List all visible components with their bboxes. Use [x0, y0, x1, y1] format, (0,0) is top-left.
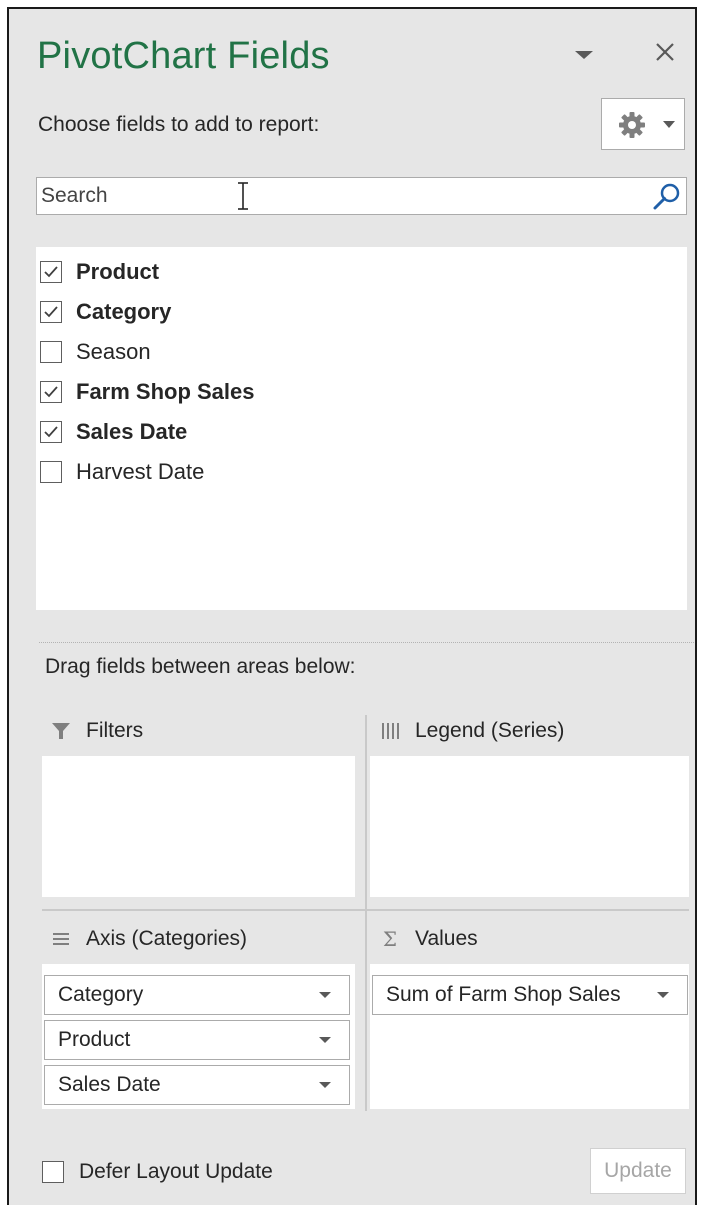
field-label: Category: [76, 299, 172, 324]
field-item[interactable]: Category: [40, 294, 171, 330]
filters-area-label: Filters: [86, 719, 144, 742]
field-checkbox[interactable]: [40, 301, 62, 323]
values-area-header: Σ Values: [379, 927, 478, 951]
field-checkbox[interactable]: [40, 421, 62, 443]
field-checkbox[interactable]: [40, 381, 62, 403]
tools-button[interactable]: [601, 98, 685, 150]
sigma-icon: Σ: [382, 927, 398, 951]
field-label: Product: [76, 259, 160, 284]
axis-field-pill[interactable]: Product: [44, 1020, 350, 1060]
values-drop-zone[interactable]: Sum of Farm Shop Sales: [370, 964, 689, 1109]
checkmark-icon: [44, 306, 58, 318]
field-item[interactable]: Product: [40, 254, 159, 290]
search-icon: [653, 183, 680, 210]
defer-layout-label: Defer Layout Update: [79, 1160, 273, 1183]
chevron-down-icon: [319, 1082, 331, 1088]
field-item[interactable]: Sales Date: [40, 414, 187, 450]
chevron-down-icon: [319, 1037, 331, 1043]
search-box: [36, 177, 687, 215]
text-cursor-icon: [238, 182, 248, 210]
chevron-down-icon: [657, 992, 669, 998]
legend-area-header: Legend (Series): [379, 719, 564, 743]
pill-label: Sales Date: [58, 1073, 161, 1096]
pill-label: Product: [58, 1028, 131, 1051]
axis-area-label: Axis (Categories): [86, 927, 248, 950]
pivotchart-fields-pane: PivotChart Fields Choose fields to add t…: [7, 7, 697, 1205]
pill-label: Category: [58, 983, 144, 1006]
chevron-down-icon: [319, 992, 331, 998]
columns-icon: [382, 723, 399, 739]
field-label: Farm Shop Sales: [76, 379, 255, 404]
axis-drop-zone[interactable]: Category Product Sales Date: [42, 964, 355, 1109]
checkmark-icon: [44, 426, 58, 438]
axis-area-header: Axis (Categories): [50, 927, 247, 951]
checkmark-icon: [44, 386, 58, 398]
area-horizontal-divider: [42, 909, 689, 911]
section-divider: [39, 642, 694, 643]
pane-options-dropdown[interactable]: [572, 43, 596, 67]
rows-icon: [53, 933, 69, 945]
values-field-pill[interactable]: Sum of Farm Shop Sales: [372, 975, 688, 1015]
filter-icon: [52, 723, 70, 739]
axis-field-pill[interactable]: Sales Date: [44, 1065, 350, 1105]
chevron-down-icon: [663, 121, 675, 128]
choose-fields-label: Choose fields to add to report:: [38, 113, 320, 136]
checkmark-icon: [44, 266, 58, 278]
field-item[interactable]: Season: [40, 334, 151, 370]
chevron-down-icon: [575, 51, 593, 59]
defer-layout-checkbox[interactable]: [42, 1161, 64, 1183]
field-item[interactable]: Farm Shop Sales: [40, 374, 255, 410]
field-label: Harvest Date: [76, 459, 205, 484]
close-icon: [656, 43, 674, 61]
search-input[interactable]: [41, 180, 641, 212]
drag-fields-label: Drag fields between areas below:: [45, 655, 356, 678]
field-checkbox[interactable]: [40, 341, 62, 363]
pill-label: Sum of Farm Shop Sales: [386, 983, 621, 1006]
pane-title: PivotChart Fields: [37, 35, 330, 77]
values-area-label: Values: [415, 927, 478, 950]
update-button[interactable]: Update: [590, 1148, 686, 1194]
legend-area-label: Legend (Series): [415, 719, 565, 742]
filters-drop-zone[interactable]: [42, 756, 355, 897]
field-checkbox[interactable]: [40, 461, 62, 483]
legend-drop-zone[interactable]: [370, 756, 689, 897]
field-label: Sales Date: [76, 419, 188, 444]
filters-area-header: Filters: [50, 719, 143, 743]
field-checkbox[interactable]: [40, 261, 62, 283]
field-label: Season: [76, 339, 151, 364]
area-vertical-divider: [365, 715, 367, 1111]
field-list: Product Category Season Farm Shop Sales Sale…: [36, 247, 687, 610]
axis-field-pill[interactable]: Category: [44, 975, 350, 1015]
defer-layout-update[interactable]: Defer Layout Update: [42, 1157, 273, 1187]
search-button[interactable]: [652, 182, 682, 212]
field-item[interactable]: Harvest Date: [40, 454, 204, 490]
gear-icon: [619, 112, 645, 138]
close-button[interactable]: [652, 39, 678, 65]
